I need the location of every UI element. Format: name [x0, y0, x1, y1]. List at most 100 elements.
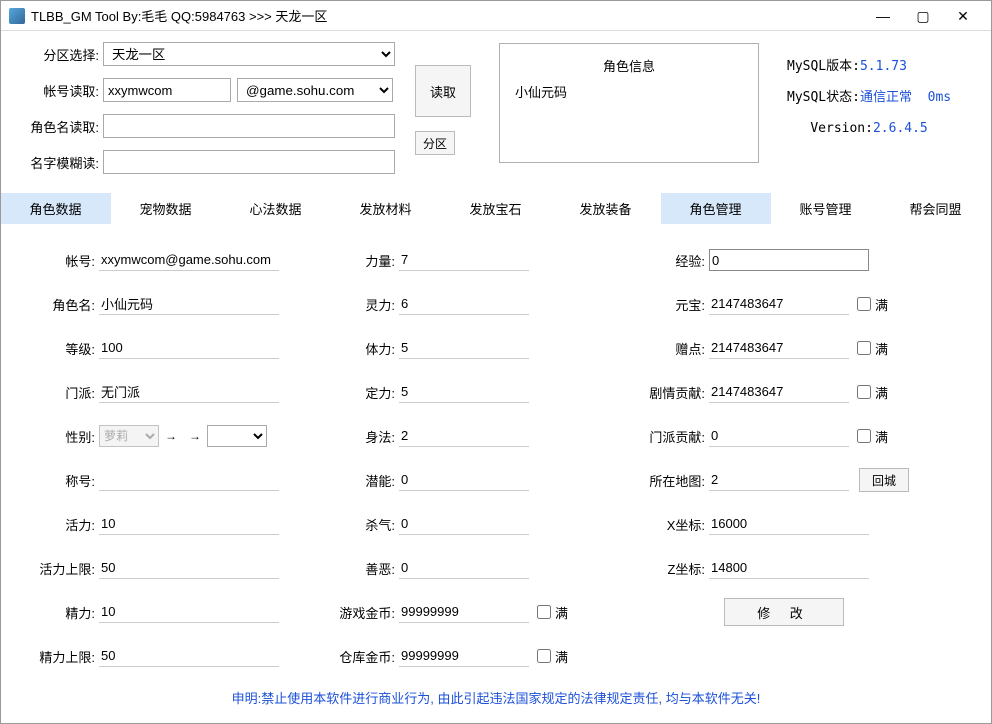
fuzzy-input[interactable]	[103, 150, 395, 174]
bank-field[interactable]	[399, 645, 529, 667]
arrow-icon: →	[189, 429, 201, 443]
tab-bar: 角色数据 宠物数据 心法数据 发放材料 发放宝石 发放装备 角色管理 账号管理 …	[1, 193, 991, 224]
exp-l: 经验:	[629, 251, 709, 270]
yuanbao-l: 元宝:	[629, 295, 709, 314]
story-l: 剧情贡献:	[629, 383, 709, 402]
pot-l: 潜能:	[329, 471, 399, 490]
tab-account-mgmt[interactable]: 账号管理	[771, 193, 881, 224]
factionc-field[interactable]	[709, 425, 849, 447]
res-l: 定力:	[329, 383, 399, 402]
gold-full-check[interactable]: 满	[537, 603, 568, 622]
minimize-button[interactable]: —	[863, 2, 903, 30]
disclaimer: 申明:禁止使用本软件进行商业行为, 由此引起违法国家规定的法律规定责任, 均与本…	[29, 688, 963, 707]
str-field[interactable]	[399, 249, 529, 271]
charname-input[interactable]	[103, 114, 395, 138]
agi-field[interactable]	[399, 425, 529, 447]
kill-field[interactable]	[399, 513, 529, 535]
factionc-full-check[interactable]: 满	[857, 427, 888, 446]
role-info-panel: 角色信息 小仙元码	[499, 43, 759, 163]
gift-full-check[interactable]: 满	[857, 339, 888, 358]
domain-select[interactable]: @game.sohu.com	[237, 78, 393, 102]
vigor-l: 精力:	[29, 603, 99, 622]
tab-skill-data[interactable]: 心法数据	[221, 193, 331, 224]
role-form: 帐号: 力量: 经验: 角色名: 灵力: 元宝: 满 等级: 体力: 赠点: 满 门…	[1, 224, 991, 707]
xcoord-l: X坐标:	[629, 515, 709, 534]
map-field[interactable]	[709, 469, 849, 491]
vigormax-field[interactable]	[99, 645, 279, 667]
read-button[interactable]: 读取	[415, 65, 471, 117]
gold-l: 游戏金币:	[329, 603, 399, 622]
yuanbao-field[interactable]	[709, 293, 849, 315]
xcoord-field[interactable]	[709, 513, 869, 535]
gender-l: 性别:	[29, 427, 99, 446]
res-field[interactable]	[399, 381, 529, 403]
exp-field[interactable]	[709, 249, 869, 271]
window-title: TLBB_GM Tool By:毛毛 QQ:5984763 >>> 天龙一区	[31, 6, 863, 25]
spi-field[interactable]	[399, 293, 529, 315]
moral-field[interactable]	[399, 557, 529, 579]
zone-select[interactable]: 天龙一区	[103, 42, 395, 66]
titlebar: TLBB_GM Tool By:毛毛 QQ:5984763 >>> 天龙一区 —…	[1, 1, 991, 31]
db-info: MySQL版本:5.1.73 MySQL状态:通信正常 0ms Version:…	[787, 51, 951, 185]
factionc-l: 门派贡献:	[629, 427, 709, 446]
kill-l: 杀气:	[329, 515, 399, 534]
yuanbao-full-check[interactable]: 满	[857, 295, 888, 314]
app-icon	[9, 8, 25, 24]
story-full-check[interactable]: 满	[857, 383, 888, 402]
level-l: 等级:	[29, 339, 99, 358]
bank-full-check[interactable]: 满	[537, 647, 568, 666]
faction-field[interactable]	[99, 381, 279, 403]
gender-select: 萝莉	[99, 425, 159, 447]
tab-equipment[interactable]: 发放装备	[551, 193, 661, 224]
role-info-header: 角色信息	[508, 52, 750, 79]
gift-field[interactable]	[709, 337, 849, 359]
maximize-button[interactable]: ▢	[903, 2, 943, 30]
zcoord-l: Z坐标:	[629, 559, 709, 578]
vigormax-l: 精力上限:	[29, 647, 99, 666]
spi-l: 灵力:	[329, 295, 399, 314]
pot-field[interactable]	[399, 469, 529, 491]
vigor-field[interactable]	[99, 601, 279, 623]
charname-read-label: 角色名读取:	[17, 117, 103, 136]
account-input[interactable]	[103, 78, 231, 102]
energymax-l: 活力上限:	[29, 559, 99, 578]
level-field[interactable]	[99, 337, 279, 359]
energymax-field[interactable]	[99, 557, 279, 579]
account-field[interactable]	[99, 249, 279, 271]
title-field[interactable]	[99, 469, 279, 491]
energy-l: 活力:	[29, 515, 99, 534]
arrow-icon: →	[165, 429, 177, 443]
map-l: 所在地图:	[629, 471, 709, 490]
agi-l: 身法:	[329, 427, 399, 446]
close-button[interactable]: ✕	[943, 2, 983, 30]
zone-label: 分区选择:	[17, 45, 103, 64]
faction-l: 门派:	[29, 383, 99, 402]
charname-field[interactable]	[99, 293, 279, 315]
role-info-item[interactable]: 小仙元码	[508, 79, 750, 104]
story-field[interactable]	[709, 381, 849, 403]
str-l: 力量:	[329, 251, 399, 270]
gold-field[interactable]	[399, 601, 529, 623]
charname-l: 角色名:	[29, 295, 99, 314]
tab-role-data[interactable]: 角色数据	[1, 193, 111, 224]
account-read-label: 帐号读取:	[17, 81, 103, 100]
zcoord-field[interactable]	[709, 557, 869, 579]
gift-l: 赠点:	[629, 339, 709, 358]
tab-guild[interactable]: 帮会同盟	[881, 193, 991, 224]
tab-pet-data[interactable]: 宠物数据	[111, 193, 221, 224]
modify-button[interactable]: 修 改	[724, 598, 844, 626]
tab-role-mgmt[interactable]: 角色管理	[661, 193, 771, 224]
moral-l: 善恶:	[329, 559, 399, 578]
energy-field[interactable]	[99, 513, 279, 535]
bank-l: 仓库金币:	[329, 647, 399, 666]
gender-target-select[interactable]	[207, 425, 267, 447]
con-field[interactable]	[399, 337, 529, 359]
con-l: 体力:	[329, 339, 399, 358]
account-l: 帐号:	[29, 251, 99, 270]
home-button[interactable]: 回城	[859, 468, 909, 492]
title-l: 称号:	[29, 471, 99, 490]
tab-gems[interactable]: 发放宝石	[441, 193, 551, 224]
zone-button[interactable]: 分区	[415, 131, 455, 155]
tab-materials[interactable]: 发放材料	[331, 193, 441, 224]
fuzzy-read-label: 名字模糊读:	[17, 153, 103, 172]
